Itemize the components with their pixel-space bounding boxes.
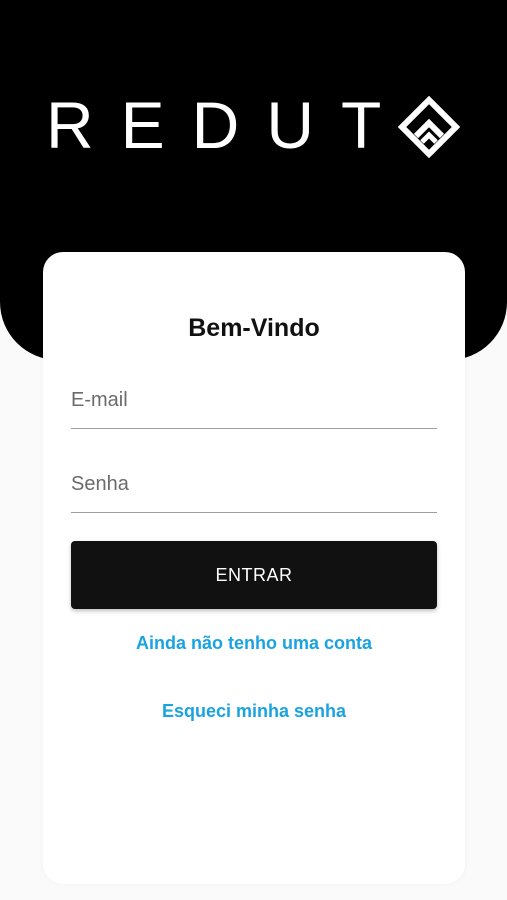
email-field[interactable]	[71, 372, 437, 428]
signup-link[interactable]: Ainda não tenho uma conta	[43, 633, 465, 654]
welcome-title: Bem-Vindo	[188, 314, 320, 342]
password-field[interactable]	[71, 456, 437, 512]
forgot-password-link[interactable]: Esqueci minha senha	[43, 701, 465, 722]
brand-logo: REDUT	[0, 88, 507, 162]
brand-logo-text: REDUT	[46, 88, 409, 162]
email-field-container	[71, 372, 437, 429]
login-card: Bem-Vindo ENTRAR Ainda não tenho uma con…	[43, 252, 465, 884]
password-field-container	[71, 456, 437, 513]
login-button[interactable]: ENTRAR	[71, 541, 437, 609]
diamond-logo-icon	[398, 96, 460, 158]
